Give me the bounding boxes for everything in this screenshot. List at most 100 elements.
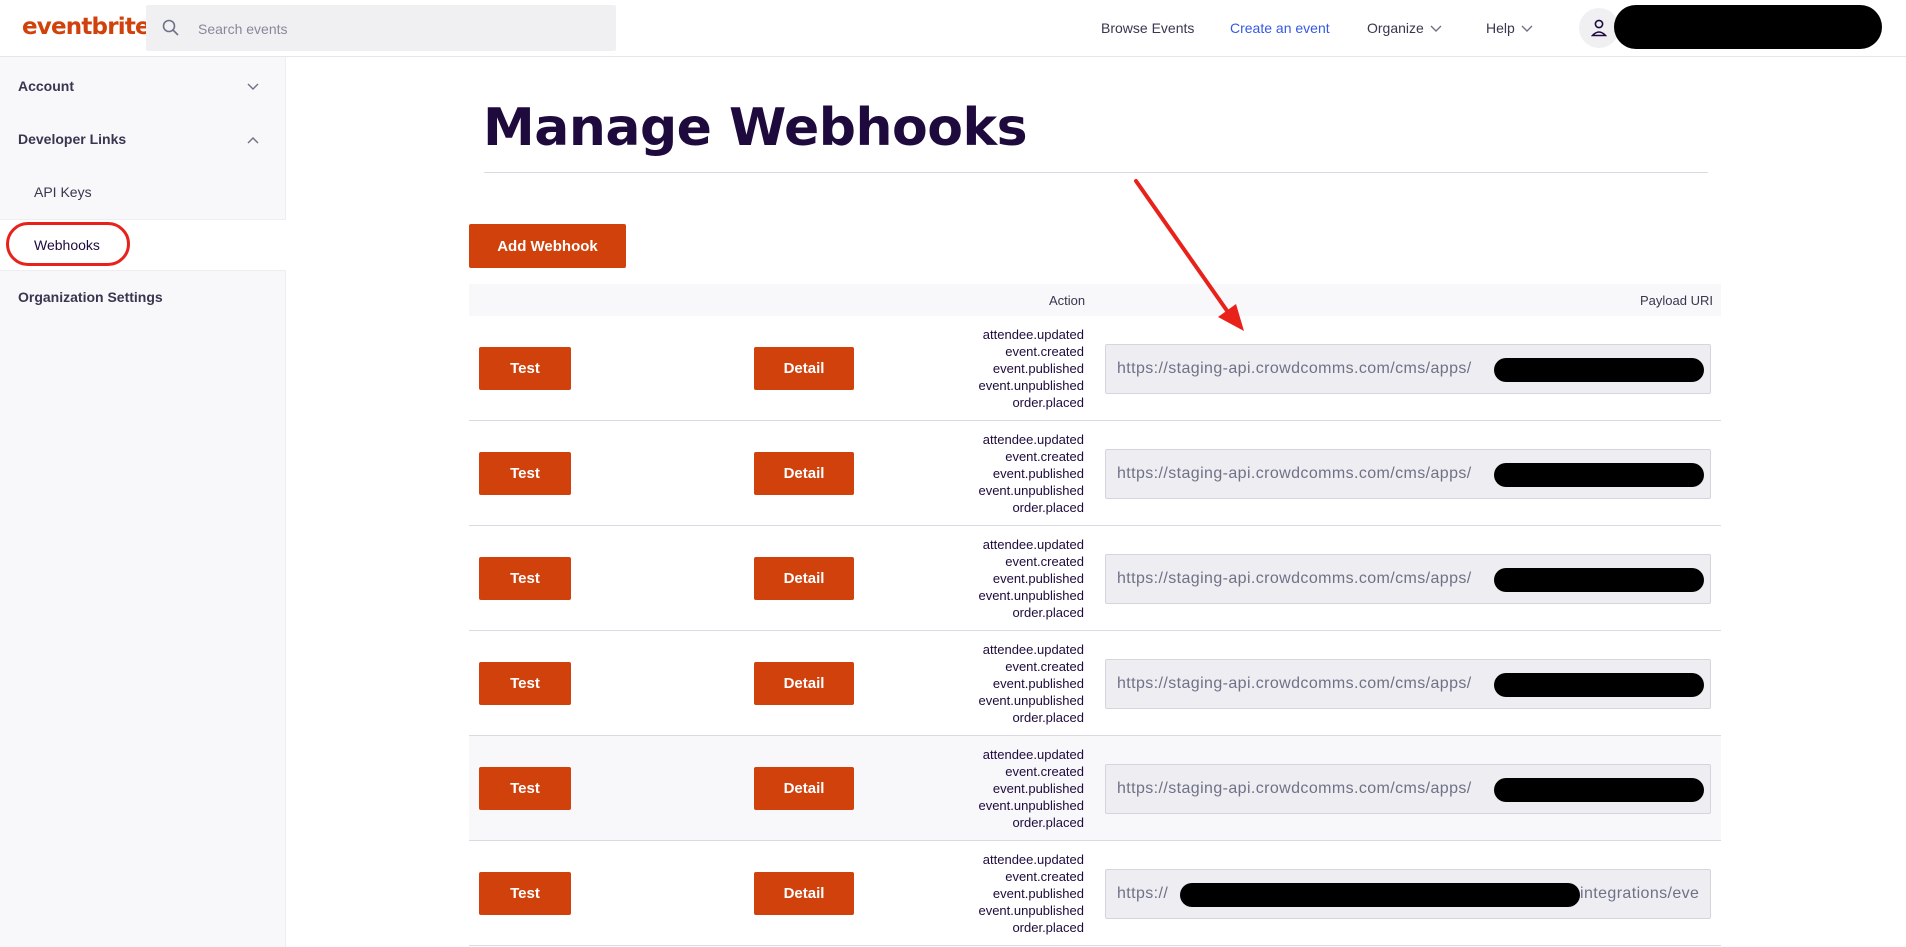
table-row: Test Detail attendee.updated event.creat… (469, 841, 1721, 946)
chevron-down-icon[interactable] (247, 83, 259, 91)
action-item: order.placed (1012, 710, 1084, 725)
action-item: event.unpublished (978, 798, 1084, 813)
search-input[interactable] (196, 5, 600, 53)
action-item: event.unpublished (978, 588, 1084, 603)
redacted-uri-part (1494, 778, 1704, 802)
add-webhook-button[interactable]: Add Webhook (469, 224, 626, 268)
action-item: attendee.updated (982, 327, 1084, 342)
chevron-down-icon (1430, 25, 1442, 33)
table-row: Test Detail attendee.updated event.creat… (469, 736, 1721, 841)
table-header: Action Payload URI (469, 284, 1721, 316)
action-item: event.unpublished (978, 903, 1084, 918)
redacted-uri-part (1494, 673, 1704, 697)
action-list: attendee.updated event.created event.pub… (949, 326, 1084, 411)
action-item: event.published (992, 571, 1084, 586)
organize-menu[interactable]: Organize (1367, 20, 1442, 36)
sidebar-item-api-keys[interactable]: API Keys (34, 184, 92, 200)
detail-button[interactable]: Detail (754, 452, 854, 495)
top-header: eventbrite Browse Events Create an event… (0, 0, 1906, 57)
action-item: event.published (992, 466, 1084, 481)
redacted-uri-part (1494, 568, 1704, 592)
action-item: order.placed (1012, 920, 1084, 935)
user-icon (1591, 19, 1607, 37)
payload-uri-text: https://staging-api.crowdcomms.com/cms/a… (1117, 675, 1472, 692)
help-label: Help (1486, 20, 1515, 36)
payload-uri-field[interactable]: https://staging-api.crowdcomms.com/cms/a… (1105, 764, 1711, 814)
test-button[interactable]: Test (479, 872, 571, 915)
redacted-uri-part (1494, 463, 1704, 487)
action-item: attendee.updated (982, 642, 1084, 657)
sidebar-item-account[interactable]: Account (18, 78, 74, 94)
payload-uri-prefix: https:// (1117, 885, 1169, 902)
browse-events-link[interactable]: Browse Events (1101, 20, 1194, 36)
action-item: event.created (1005, 869, 1084, 884)
search-bar[interactable] (146, 5, 616, 53)
payload-uri-text: https://staging-api.crowdcomms.com/cms/a… (1117, 570, 1472, 587)
table-row: Test Detail attendee.updated event.creat… (469, 526, 1721, 631)
column-header-action: Action (1049, 293, 1086, 308)
payload-uri-field[interactable]: https://staging-api.crowdcomms.com/cms/a… (1105, 449, 1711, 499)
action-item: order.placed (1012, 815, 1084, 830)
payload-uri-text: https://staging-api.crowdcomms.com/cms/a… (1117, 360, 1472, 377)
create-event-link[interactable]: Create an event (1230, 20, 1330, 36)
redacted-uri-part (1180, 883, 1580, 907)
sidebar-item-developer-links[interactable]: Developer Links (18, 131, 126, 147)
table-row: Test Detail attendee.updated event.creat… (469, 316, 1721, 421)
test-button[interactable]: Test (479, 767, 571, 810)
action-item: order.placed (1012, 605, 1084, 620)
action-item: event.created (1005, 659, 1084, 674)
action-item: event.unpublished (978, 483, 1084, 498)
table-row: Test Detail attendee.updated event.creat… (469, 631, 1721, 736)
user-avatar-button[interactable] (1579, 8, 1619, 48)
action-item: attendee.updated (982, 537, 1084, 552)
detail-button[interactable]: Detail (754, 872, 854, 915)
action-item: event.created (1005, 554, 1084, 569)
table-row: Test Detail attendee.updated event.creat… (469, 421, 1721, 526)
action-item: event.created (1005, 449, 1084, 464)
action-item: order.placed (1012, 395, 1084, 410)
title-divider (484, 172, 1708, 173)
test-button[interactable]: Test (479, 662, 571, 705)
action-list: attendee.updated event.created event.pub… (949, 746, 1084, 831)
action-list: attendee.updated event.created event.pub… (949, 851, 1084, 936)
action-item: order.placed (1012, 500, 1084, 515)
action-item: event.created (1005, 764, 1084, 779)
chevron-down-icon (1521, 25, 1533, 33)
help-menu[interactable]: Help (1486, 20, 1533, 36)
payload-uri-field[interactable]: https:// integrations/eve (1105, 869, 1711, 919)
test-button[interactable]: Test (479, 347, 571, 390)
action-item: event.unpublished (978, 693, 1084, 708)
action-list: attendee.updated event.created event.pub… (949, 536, 1084, 621)
eventbrite-logo[interactable]: eventbrite (22, 14, 151, 40)
detail-button[interactable]: Detail (754, 557, 854, 600)
payload-uri-text: https://staging-api.crowdcomms.com/cms/a… (1117, 465, 1472, 482)
detail-button[interactable]: Detail (754, 662, 854, 705)
payload-uri-field[interactable]: https://staging-api.crowdcomms.com/cms/a… (1105, 554, 1711, 604)
page-title: Manage Webhooks (483, 98, 1028, 158)
test-button[interactable]: Test (479, 452, 571, 495)
annotation-circle (6, 222, 130, 266)
payload-uri-suffix: integrations/eve (1580, 885, 1700, 902)
action-list: attendee.updated event.created event.pub… (949, 431, 1084, 516)
redacted-uri-part (1494, 358, 1704, 382)
sidebar: Account Developer Links API Keys Webhook… (0, 57, 286, 947)
test-button[interactable]: Test (479, 557, 571, 600)
action-item: event.unpublished (978, 378, 1084, 393)
payload-uri-field[interactable]: https://staging-api.crowdcomms.com/cms/a… (1105, 659, 1711, 709)
detail-button[interactable]: Detail (754, 767, 854, 810)
detail-button[interactable]: Detail (754, 347, 854, 390)
payload-uri-text: https://staging-api.crowdcomms.com/cms/a… (1117, 780, 1472, 797)
action-item: event.created (1005, 344, 1084, 359)
search-icon (162, 19, 179, 36)
redacted-user-name (1614, 5, 1882, 49)
action-item: event.published (992, 676, 1084, 691)
payload-uri-field[interactable]: https://staging-api.crowdcomms.com/cms/a… (1105, 344, 1711, 394)
action-item: event.published (992, 361, 1084, 376)
action-item: attendee.updated (982, 432, 1084, 447)
action-item: attendee.updated (982, 747, 1084, 762)
action-item: attendee.updated (982, 852, 1084, 867)
chevron-up-icon[interactable] (247, 136, 259, 144)
sidebar-item-organization-settings[interactable]: Organization Settings (18, 289, 163, 305)
annotation-arrow (1134, 179, 1244, 331)
action-item: event.published (992, 781, 1084, 796)
